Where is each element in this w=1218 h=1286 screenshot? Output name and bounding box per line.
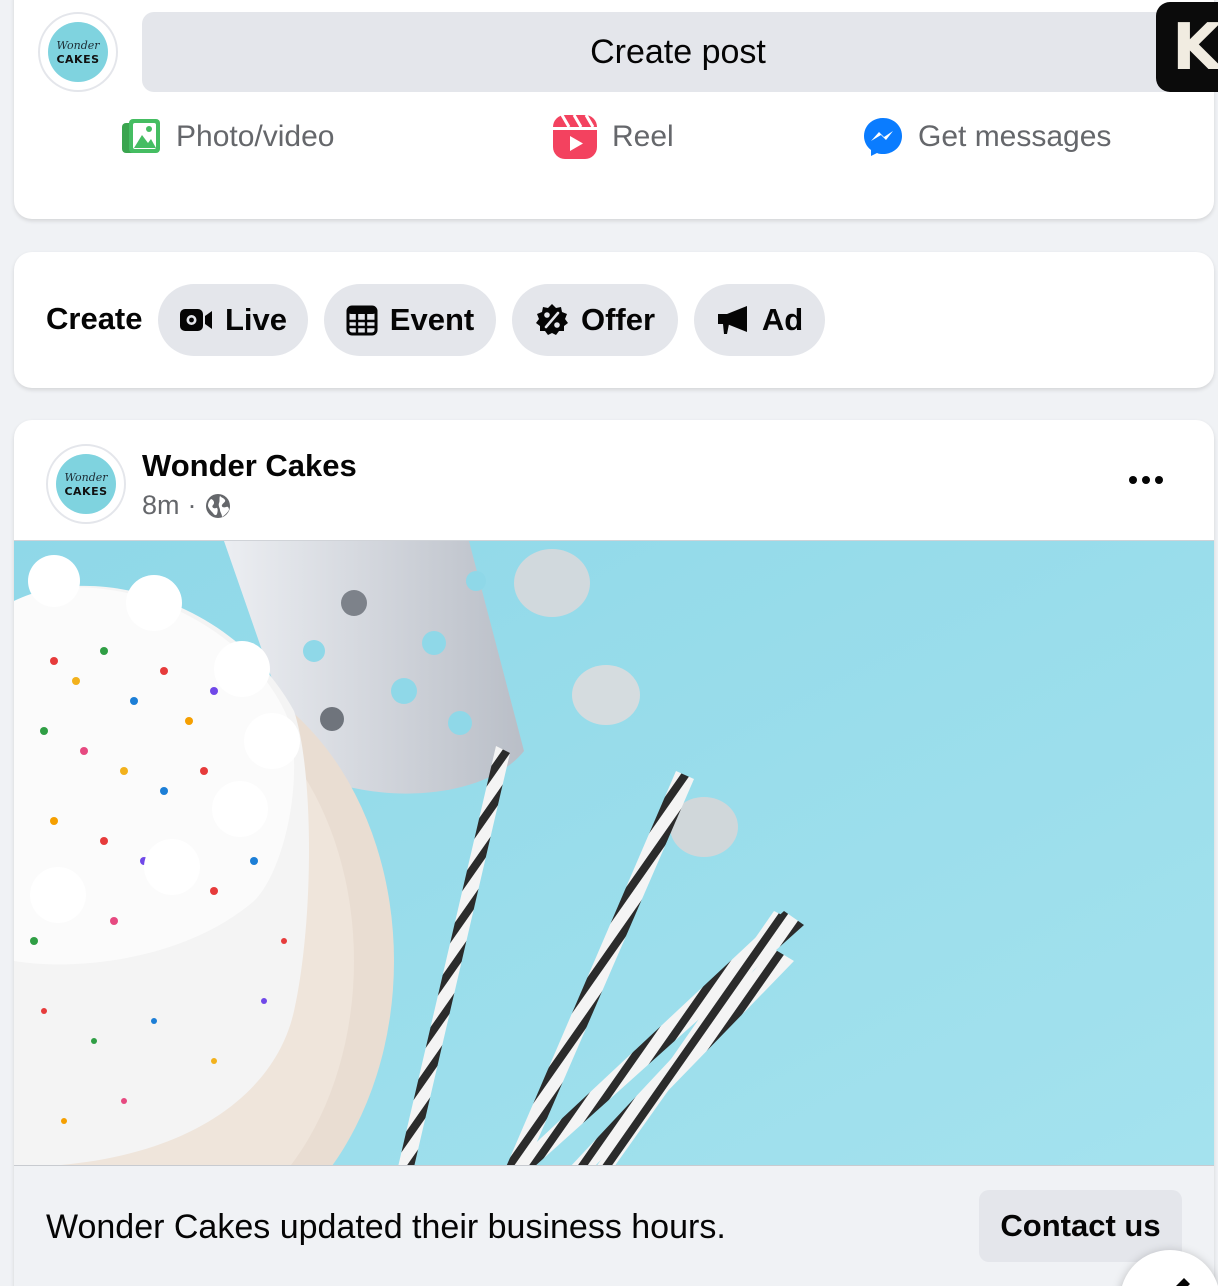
- logo-caps-text: CAKES: [56, 52, 100, 66]
- post-author-name[interactable]: Wonder Cakes: [142, 448, 357, 484]
- edit-icon: [1176, 1278, 1190, 1286]
- calendar-icon: [346, 305, 378, 336]
- offer-label: Offer: [580, 302, 656, 337]
- post-more-button[interactable]: [1122, 464, 1170, 496]
- video-camera-icon: [179, 309, 212, 331]
- ad-button[interactable]: Ad: [694, 284, 825, 356]
- event-button[interactable]: Event: [324, 284, 496, 356]
- post-meta: 8m ·: [142, 490, 231, 521]
- contact-us-button[interactable]: Contact us: [979, 1190, 1182, 1262]
- photo-icon: [122, 119, 160, 153]
- live-button[interactable]: Live: [158, 284, 308, 356]
- post-footer: Wonder Cakes updated their business hour…: [14, 1166, 1214, 1286]
- get-messages-label: Get messages: [918, 120, 1112, 153]
- reel-label: Reel: [612, 120, 674, 153]
- photo-video-label: Photo/video: [176, 120, 335, 153]
- megaphone-icon: [717, 306, 747, 334]
- logo-caps-text: CAKES: [64, 484, 108, 498]
- more-dots-icon: [1129, 476, 1163, 484]
- post-composer: Wonder CAKES Create post Photo/video Ree…: [14, 0, 1214, 219]
- messenger-icon: [864, 118, 902, 156]
- globe-icon[interactable]: [205, 493, 231, 519]
- event-label: Event: [389, 302, 475, 337]
- cake-photo: [14, 541, 1214, 1165]
- post-author-avatar[interactable]: Wonder CAKES: [46, 444, 126, 524]
- page-logo: Wonder CAKES: [56, 454, 116, 514]
- percent-badge-icon: [535, 304, 568, 335]
- badge-letter: K: [1172, 11, 1218, 85]
- post-update-text: Wonder Cakes updated their business hour…: [46, 1208, 726, 1246]
- get-messages-button[interactable]: Get messages: [862, 112, 1111, 162]
- page-logo: Wonder CAKES: [48, 22, 108, 82]
- offer-button[interactable]: Offer: [512, 284, 678, 356]
- meta-separator: ·: [187, 490, 197, 520]
- create-row: Create Live Event Offer Ad: [14, 252, 1214, 388]
- feed-post: Wonder CAKES Wonder Cakes 8m · Wonder Ca…: [14, 420, 1214, 1286]
- photo-video-button[interactable]: Photo/video: [120, 112, 334, 162]
- ad-label: Ad: [761, 302, 804, 337]
- reel-button[interactable]: Reel: [552, 112, 674, 162]
- create-post-button[interactable]: Create post: [142, 12, 1214, 92]
- reel-icon: [553, 114, 597, 159]
- create-label: Create: [46, 301, 143, 336]
- extension-badge[interactable]: K: [1156, 2, 1218, 92]
- post-timestamp[interactable]: 8m: [142, 490, 180, 521]
- logo-script-text: Wonder: [56, 38, 100, 52]
- post-image[interactable]: [14, 540, 1214, 1166]
- logo-script-text: Wonder: [64, 470, 108, 484]
- page-avatar[interactable]: Wonder CAKES: [38, 12, 118, 92]
- live-label: Live: [224, 302, 288, 337]
